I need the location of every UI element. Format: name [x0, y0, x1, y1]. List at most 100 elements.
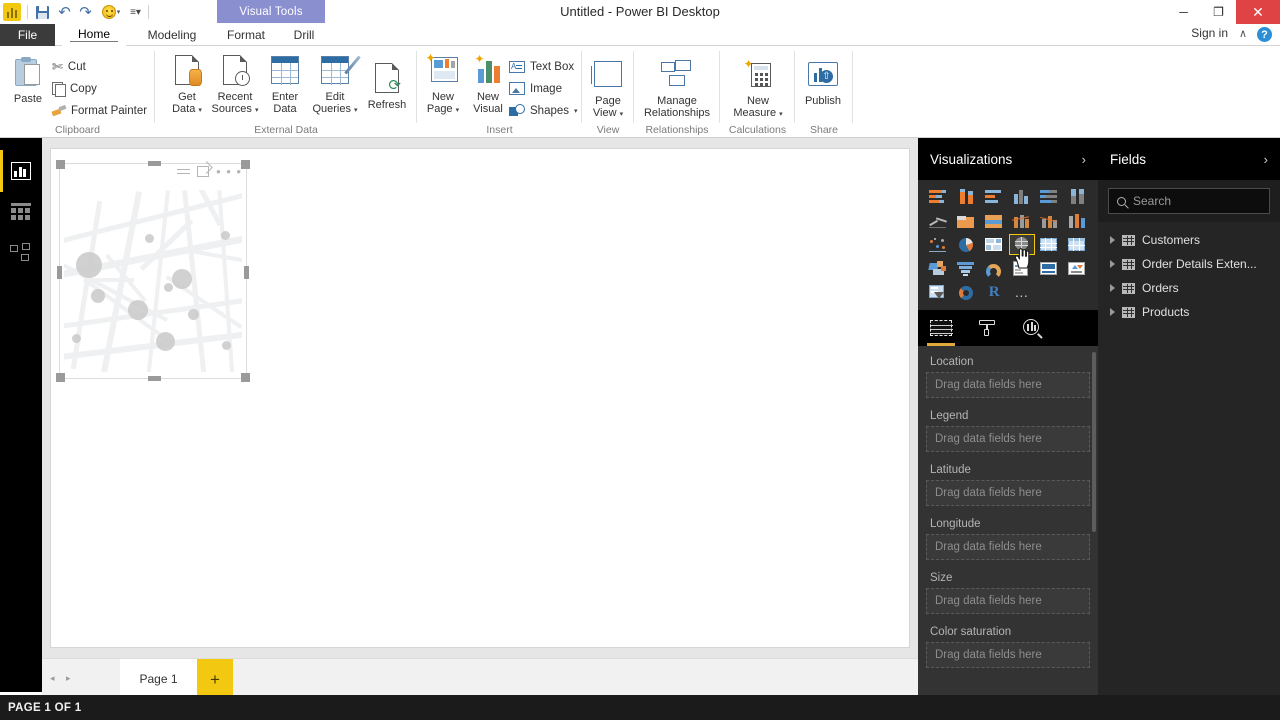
resize-handle-s[interactable]	[148, 376, 161, 381]
viz-area-chart[interactable]	[954, 210, 980, 231]
resize-handle-sw[interactable]	[56, 373, 65, 382]
viz-stacked-area-chart[interactable]	[981, 210, 1007, 231]
well-drop-longitude[interactable]: Drag data fields here	[926, 534, 1090, 560]
viz-scatter-chart[interactable]	[926, 234, 952, 255]
well-drop-size[interactable]: Drag data fields here	[926, 588, 1090, 614]
viz-matrix[interactable]	[1064, 234, 1090, 255]
refresh-button[interactable]: ⟳ Refresh	[361, 58, 413, 112]
tab-file[interactable]: File	[0, 24, 55, 46]
map-visual[interactable]: • • •	[56, 160, 250, 382]
chevron-right-icon[interactable]	[1110, 284, 1115, 292]
viz-stacked-bar-chart[interactable]	[926, 186, 952, 207]
tab-modeling[interactable]: Modeling	[132, 24, 212, 46]
viz-filled-map[interactable]	[926, 258, 952, 279]
viz-100-stacked-column-chart[interactable]	[1064, 186, 1090, 207]
well-drop-latitude[interactable]: Drag data fields here	[926, 480, 1090, 506]
viz-table[interactable]	[1037, 234, 1063, 255]
manage-relationships-button[interactable]: Manage Relationships	[639, 54, 715, 119]
resize-handle-ne[interactable]	[241, 160, 250, 169]
line-chart-icon	[929, 213, 948, 228]
table-icon	[1122, 306, 1135, 318]
tab-format-pane[interactable]	[964, 310, 1010, 346]
viz-gauge[interactable]	[981, 258, 1007, 279]
tab-analytics-pane[interactable]	[1010, 310, 1056, 346]
resize-handle-nw[interactable]	[56, 160, 65, 169]
resize-handle-w[interactable]	[57, 266, 62, 279]
resize-handle-e[interactable]	[244, 266, 249, 279]
publish-button[interactable]: ⇧ Publish	[797, 54, 849, 108]
viz-line-and-stacked-column-chart[interactable]	[1009, 210, 1035, 231]
text-box-button[interactable]: Text Box	[509, 56, 574, 77]
viz-100-stacked-bar-chart[interactable]	[1037, 186, 1063, 207]
edit-queries-button[interactable]: Edit Queries ▾	[309, 50, 361, 116]
image-button[interactable]: Image	[509, 78, 562, 99]
next-page-button[interactable]: ▸	[66, 673, 71, 684]
viz-r-script-visual[interactable]: R	[981, 282, 1007, 303]
sidebar-item-relationships-view[interactable]	[0, 232, 42, 274]
more-options-icon[interactable]: • • •	[216, 165, 242, 178]
collapse-ribbon-icon[interactable]: ∧	[1239, 27, 1247, 40]
chevron-right-icon[interactable]: ›	[1082, 152, 1086, 167]
tab-drill[interactable]: Drill	[280, 24, 328, 46]
viz-clustered-bar-chart[interactable]	[981, 186, 1007, 207]
help-icon[interactable]: ?	[1257, 27, 1272, 42]
add-page-button[interactable]: +	[197, 659, 233, 700]
fields-pane-header: Fields ›	[1098, 138, 1280, 180]
maximize-button[interactable]: ❐	[1201, 0, 1236, 24]
filter-menu-icon[interactable]	[177, 168, 191, 175]
sidebar-item-data-view[interactable]	[0, 191, 42, 233]
viz-funnel-chart[interactable]	[954, 258, 980, 279]
field-table-order-details-extended[interactable]: Order Details Exten...	[1098, 252, 1280, 276]
report-page-canvas[interactable]: • • •	[50, 148, 910, 648]
minimize-button[interactable]: ─	[1166, 0, 1201, 24]
copy-button[interactable]: Copy	[52, 78, 97, 99]
new-measure-icon: ✦	[743, 58, 773, 88]
viz-slicer[interactable]	[926, 282, 952, 303]
shapes-button[interactable]: Shapes ▾	[509, 100, 578, 121]
field-table-customers[interactable]: Customers	[1098, 228, 1280, 252]
tab-format[interactable]: Format	[216, 24, 276, 46]
viz-card[interactable]	[1037, 258, 1063, 279]
viz-line-chart[interactable]	[926, 210, 952, 231]
well-drop-location[interactable]: Drag data fields here	[926, 372, 1090, 398]
cut-button[interactable]: ✄ Cut	[52, 56, 86, 77]
sign-in-link[interactable]: Sign in	[1191, 26, 1228, 40]
viz-line-and-clustered-column-chart[interactable]	[1037, 210, 1063, 231]
well-drop-legend[interactable]: Drag data fields here	[926, 426, 1090, 452]
viz-ribbon-chart[interactable]	[1064, 210, 1090, 231]
field-table-orders[interactable]: Orders	[1098, 276, 1280, 300]
focus-mode-icon[interactable]	[197, 166, 210, 177]
viz-more-visuals[interactable]: …	[1009, 282, 1035, 303]
paste-button[interactable]: Paste	[5, 52, 51, 106]
chevron-right-icon[interactable]: ›	[1264, 152, 1268, 167]
page-tab-page1[interactable]: Page 1	[120, 659, 197, 700]
recent-sources-button[interactable]: Recent Sources ▾	[209, 50, 261, 116]
get-data-button[interactable]: Get Data ▾	[161, 50, 213, 116]
page-view-button[interactable]: Page View ▾	[582, 54, 634, 120]
viz-kpi[interactable]	[1064, 258, 1090, 279]
page-view-label-1: Page	[595, 95, 621, 107]
viz-stacked-column-chart[interactable]	[954, 186, 980, 207]
prev-page-button[interactable]: ◂	[50, 673, 55, 684]
chevron-right-icon[interactable]	[1110, 260, 1115, 268]
viz-treemap[interactable]	[981, 234, 1007, 255]
field-table-products[interactable]: Products	[1098, 300, 1280, 324]
enter-data-button[interactable]: Enter Data	[259, 50, 311, 115]
new-visual-button[interactable]: ✦ New Visual	[462, 50, 514, 115]
viz-donut-chart[interactable]	[954, 282, 980, 303]
chevron-right-icon[interactable]	[1110, 236, 1115, 244]
close-button[interactable]: ✕	[1236, 0, 1280, 24]
resize-handle-n[interactable]	[148, 161, 161, 166]
resize-handle-se[interactable]	[241, 373, 250, 382]
viz-pie-chart[interactable]	[954, 234, 980, 255]
tab-home[interactable]: Home	[62, 24, 126, 46]
field-wells-scrollbar[interactable]	[1092, 352, 1096, 532]
sidebar-item-report-view[interactable]	[0, 150, 42, 192]
tab-fields-well[interactable]	[918, 310, 964, 346]
viz-clustered-column-chart[interactable]	[1009, 186, 1035, 207]
well-drop-color-saturation[interactable]: Drag data fields here	[926, 642, 1090, 668]
format-painter-button[interactable]: Format Painter	[52, 100, 147, 121]
chevron-right-icon[interactable]	[1110, 308, 1115, 316]
new-measure-button[interactable]: ✦ New Measure ▾	[730, 54, 786, 120]
search-input[interactable]: Search	[1108, 188, 1270, 214]
